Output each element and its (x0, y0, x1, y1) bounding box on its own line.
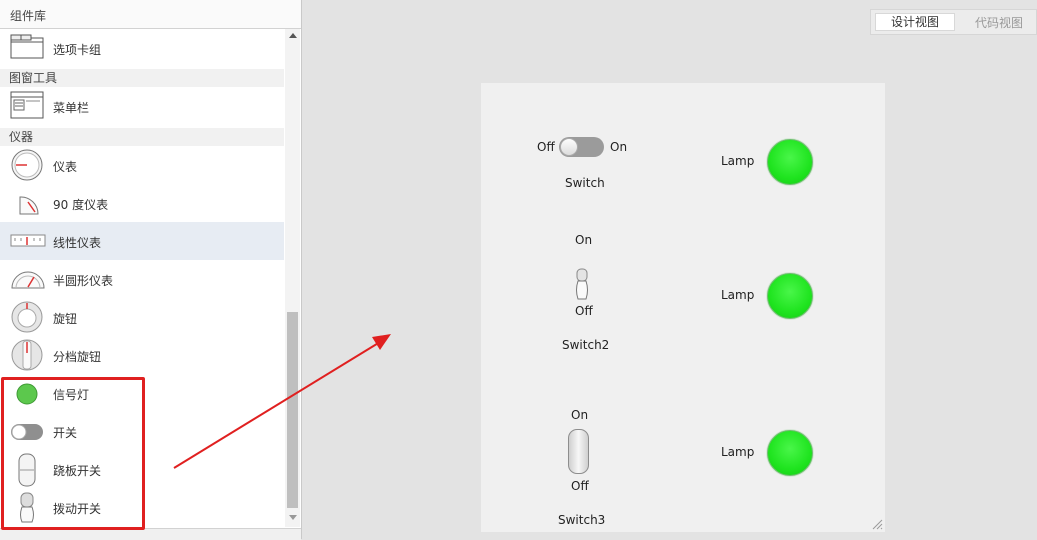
switch3-name-label: Switch3 (558, 513, 606, 527)
design-canvas[interactable]: Off On Switch Lamp On Off Switch2 Lamp O… (481, 83, 885, 532)
tab-design-view[interactable]: 设计视图 (875, 13, 955, 31)
switch1-off-label: Off (537, 140, 555, 154)
switch1-knob (560, 138, 578, 156)
resize-grip-icon[interactable] (871, 518, 883, 530)
lamp2[interactable] (767, 273, 813, 319)
lamp2-label: Lamp (721, 288, 755, 302)
lamp1-label: Lamp (721, 154, 755, 168)
switch2-name-label: Switch2 (562, 338, 610, 352)
switch2-toggle-switch[interactable] (573, 268, 591, 302)
switch3-on-label: On (571, 408, 589, 422)
view-tabs: 设计视图 代码视图 (870, 9, 1037, 35)
switch3-off-label: Off (571, 479, 589, 493)
lamp3-label: Lamp (721, 445, 755, 459)
switch1-on-label: On (610, 140, 628, 154)
switch2-off-label: Off (575, 304, 593, 318)
switch2-on-label: On (575, 233, 593, 247)
lamp1[interactable] (767, 139, 813, 185)
switch1-name-label: Switch (565, 176, 605, 190)
switch3-rocker-switch[interactable] (568, 429, 589, 474)
switch1-toggle[interactable] (559, 137, 604, 157)
tab-code-view[interactable]: 代码视图 (975, 14, 1023, 31)
lamp3[interactable] (767, 430, 813, 476)
